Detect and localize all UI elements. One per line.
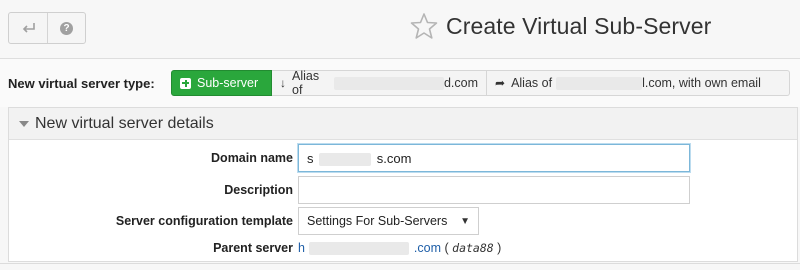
sub-server-option[interactable]: Sub-server — [171, 70, 272, 96]
sub-server-label: Sub-server — [197, 76, 259, 90]
arrow-down-icon: ↓ — [280, 76, 286, 90]
alias-email-suffix: l.com, with own email — [642, 76, 761, 90]
help-circle-icon: ? — [60, 21, 73, 35]
parent-server-link[interactable]: h .com ( data88 ) — [298, 241, 501, 256]
page-title: Create Virtual Sub-Server — [446, 12, 712, 39]
toolbar: ? Create Virtual Sub-Server — [0, 0, 800, 58]
parent-label: Parent server — [213, 241, 293, 255]
dropdown-arrow-icon: ▼ — [460, 216, 470, 227]
parent-host: data88 — [452, 241, 494, 255]
details-panel: New virtual server details Domain name s… — [8, 107, 798, 262]
domain-name-input[interactable]: s s.com — [298, 144, 690, 172]
redacted-text — [333, 76, 444, 90]
domain-value-suffix: s.com — [376, 151, 412, 166]
description-input[interactable] — [298, 176, 690, 204]
collapse-caret-icon — [19, 121, 29, 127]
template-label: Server configuration template — [115, 214, 293, 228]
details-panel-header[interactable]: New virtual server details — [9, 108, 797, 140]
plus-icon — [180, 77, 191, 89]
parent-prefix: h — [298, 241, 305, 255]
server-type-row: New virtual server type: Sub-server ↓ Al… — [0, 59, 800, 107]
alias-label: Alias of — [292, 69, 320, 97]
server-type-label: New virtual server type: — [8, 76, 155, 91]
domain-label: Domain name — [211, 151, 293, 165]
divider — [0, 263, 800, 264]
nav-button-group: ? — [8, 12, 86, 44]
alias-own-email-option[interactable]: ➦ Alias of l.com, with own email — [487, 70, 790, 96]
page-header: Create Virtual Sub-Server — [410, 12, 711, 40]
star-outline-icon[interactable] — [410, 12, 438, 40]
alias-suffix: d.com — [443, 76, 478, 90]
arrow-back-icon — [22, 23, 35, 33]
alias-option[interactable]: ↓ Alias of d.com — [272, 69, 487, 97]
domain-value-prefix: s — [307, 151, 314, 166]
description-label: Description — [224, 183, 293, 197]
parent-suffix: .com — [413, 241, 442, 255]
share-arrow-icon: ➦ — [495, 76, 506, 90]
template-select[interactable]: Settings For Sub-Servers ▼ — [298, 207, 479, 235]
help-button[interactable]: ? — [47, 13, 85, 43]
redacted-text — [319, 153, 372, 167]
alias-email-label: Alias of — [511, 76, 553, 90]
template-value: Settings For Sub-Servers — [307, 214, 448, 228]
redacted-text — [556, 76, 643, 90]
back-button[interactable] — [9, 13, 47, 43]
redacted-text — [309, 242, 410, 256]
details-panel-title: New virtual server details — [35, 115, 214, 132]
